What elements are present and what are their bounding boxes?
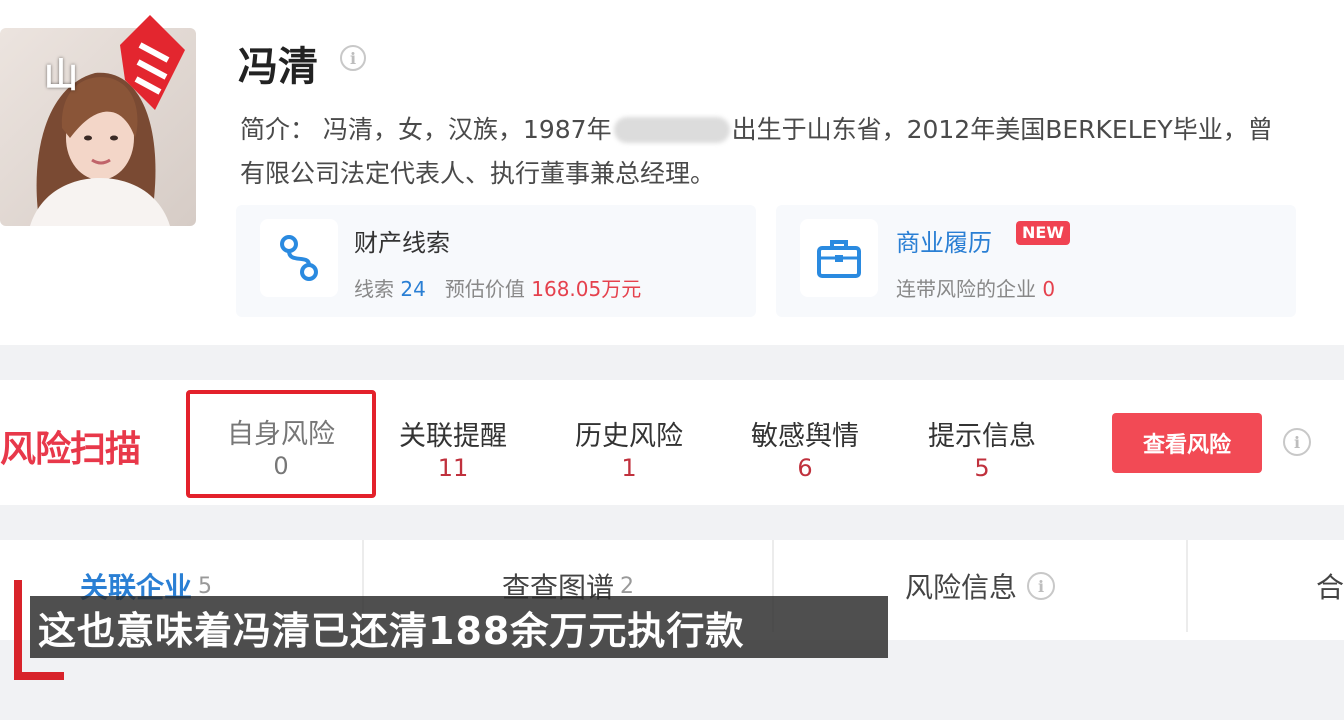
property-clues-icon-box — [260, 219, 338, 297]
profile-card: 山 冯清 i 简介： 冯清，女，汉族，1987年 出生于山东省，2012年美国BE… — [0, 0, 1344, 345]
risk-scan-title: 风险扫描 — [0, 429, 141, 470]
link-chain-icon — [280, 235, 318, 281]
new-badge: NEW — [1016, 221, 1070, 245]
business-history-summary: 连带风险的企业 0 — [896, 277, 1056, 301]
redacted-blur — [613, 117, 730, 143]
tab-info-icon: i — [1027, 572, 1055, 600]
business-history-icon-box — [800, 219, 878, 297]
property-clues-card[interactable]: 财产线索 线索 24 预估价值 168.05万元 — [236, 205, 756, 317]
overlay-bracket — [14, 672, 64, 680]
briefcase-icon — [817, 240, 861, 278]
intro-line-2: 有限公司法定代表人、执行董事兼总经理。 — [240, 159, 716, 188]
business-history-title: 商业履历 — [896, 229, 992, 257]
risk-info-icon[interactable]: i — [1283, 428, 1311, 456]
name-info-icon[interactable]: i — [340, 45, 366, 71]
estimated-value: 168.05万元 — [531, 277, 642, 301]
risk-item-self-risk[interactable]: 自身风险 0 — [186, 390, 376, 498]
property-clues-summary: 线索 24 预估价值 168.05万元 — [354, 277, 642, 301]
property-clues-title: 财产线索 — [354, 229, 450, 257]
intro-line-1: 简介： 冯清，女，汉族，1987年 出生于山东省，2012年美国BERKELEY毕… — [240, 115, 1273, 144]
overlay-bracket — [14, 580, 22, 680]
person-intro: 简介： 冯清，女，汉族，1987年 出生于山东省，2012年美国BERKELEY毕… — [240, 108, 1344, 196]
risk-item-related-alerts[interactable]: 关联提醒 11 — [363, 392, 543, 494]
business-history-card[interactable]: 商业履历 NEW 连带风险的企业 0 — [776, 205, 1296, 317]
view-risk-button[interactable]: 查看风险 — [1112, 413, 1262, 473]
related-risk-count: 0 — [1042, 277, 1056, 301]
risk-scan-bar: 风险扫描 自身风险 0 关联提醒 11 历史风险 1 敏感舆情 6 提示信息 5… — [0, 380, 1344, 505]
avatar — [0, 28, 196, 226]
person-name: 冯清 — [238, 44, 318, 90]
risk-item-history-risk[interactable]: 历史风险 1 — [539, 392, 719, 494]
video-subtitle: 这也意味着冯清已还清188余万元执行款 — [30, 596, 888, 658]
avatar-photo — [0, 28, 196, 226]
risk-item-sensitive-sentiment[interactable]: 敏感舆情 6 — [715, 392, 895, 494]
clues-count: 24 — [400, 277, 426, 301]
tab-partial[interactable]: 合 — [1188, 540, 1344, 632]
risk-item-hint-info[interactable]: 提示信息 5 — [892, 392, 1072, 494]
